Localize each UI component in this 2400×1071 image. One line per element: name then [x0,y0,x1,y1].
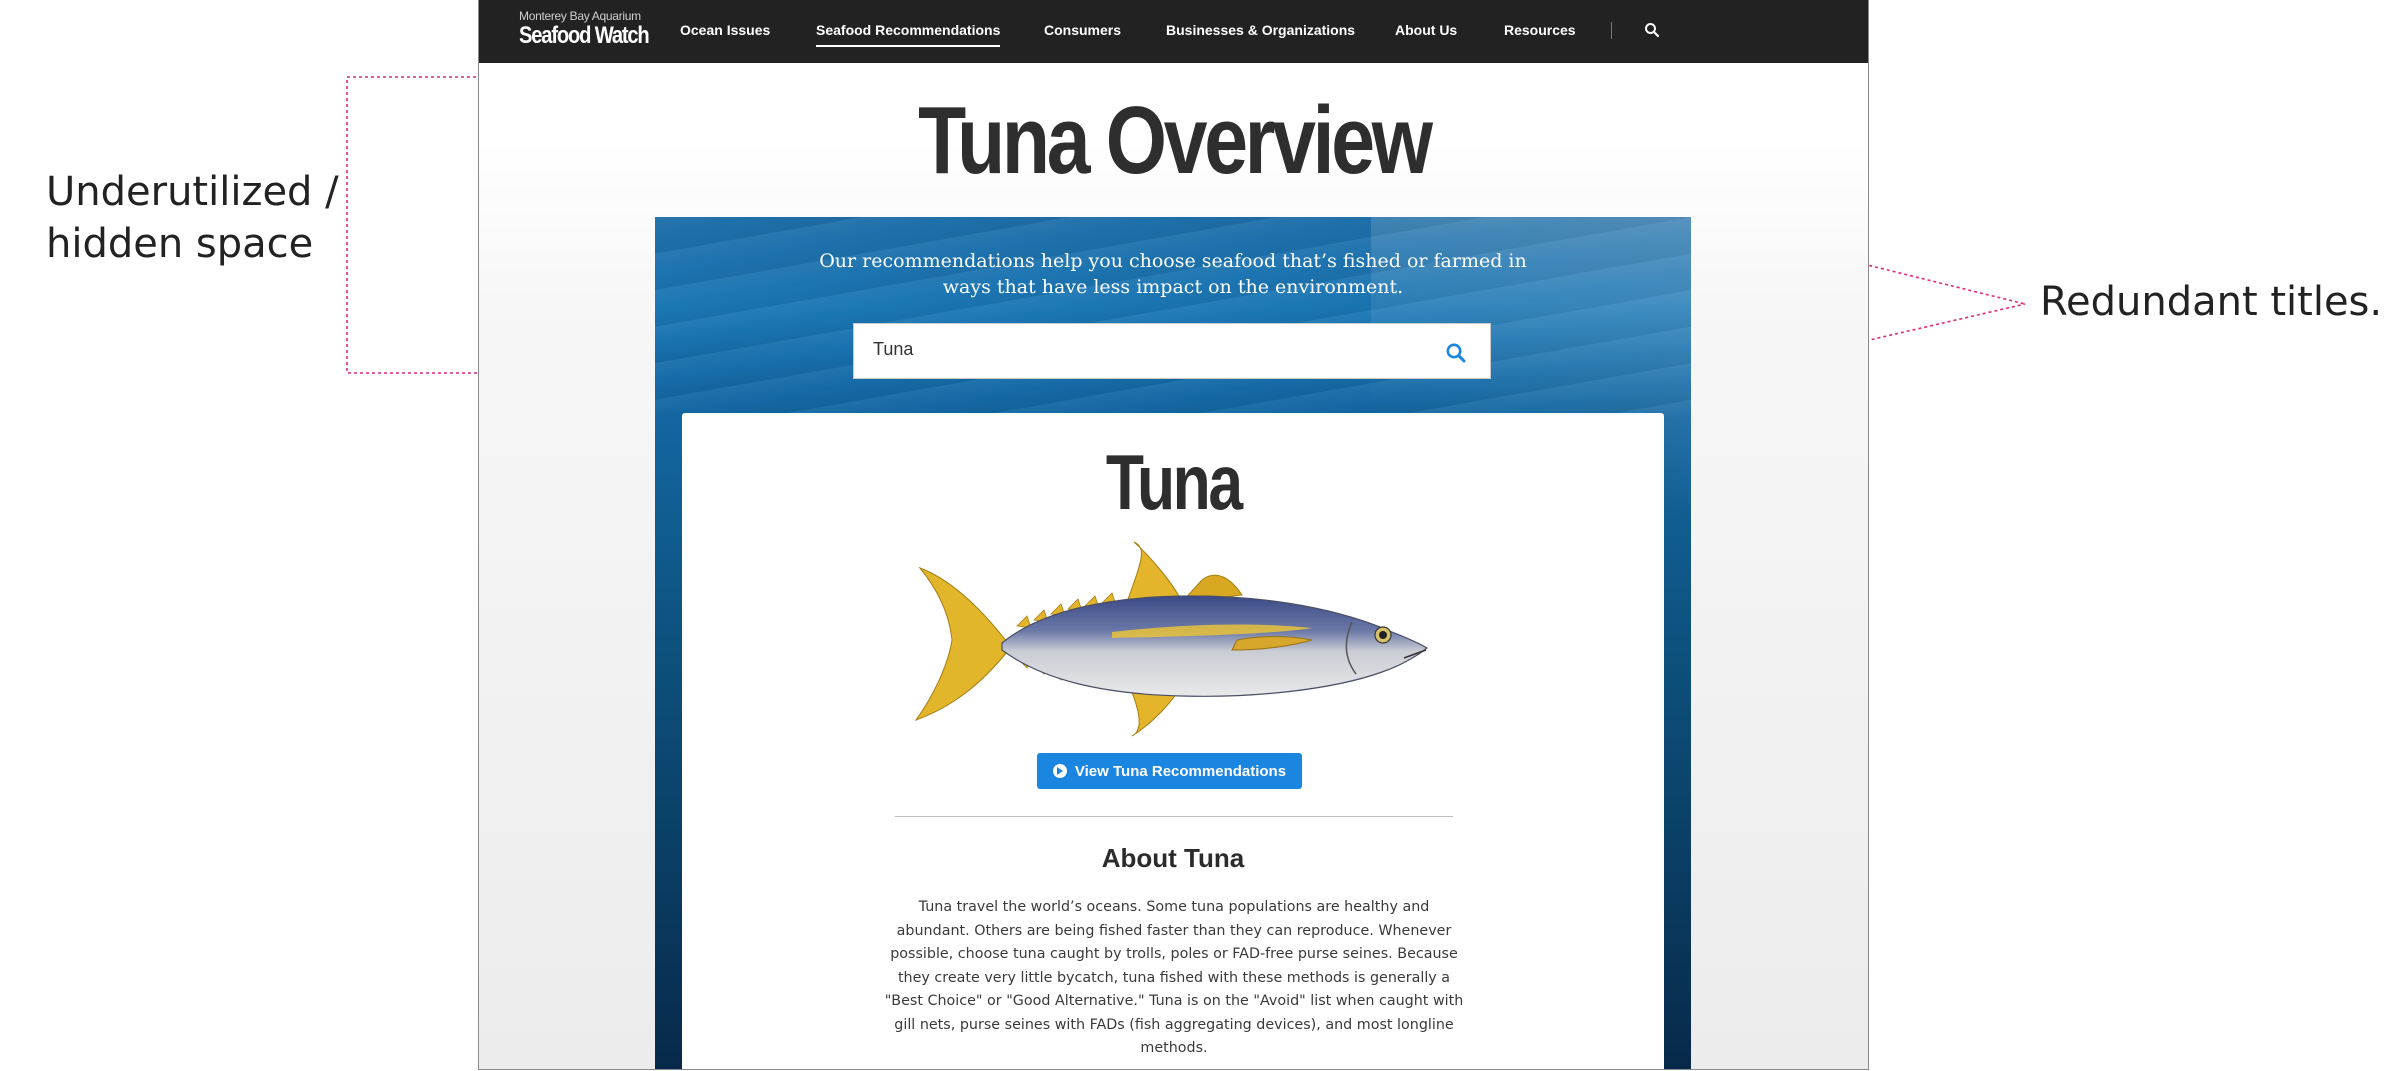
nav-item-about-us[interactable]: About Us [1395,22,1457,38]
nav-item-businesses-organizations[interactable]: Businesses & Organizations [1166,22,1355,38]
nav-divider [1611,22,1612,39]
hero-tagline: Our recommendations help you choose seaf… [819,250,1527,298]
view-button-label: View Tuna Recommendations [1074,762,1287,780]
nav-item-consumers[interactable]: Consumers [1044,22,1121,38]
logo-title: Seafood Watch [519,22,650,49]
ocean-hero-banner: Our recommendations help you choose seaf… [655,217,1691,1069]
species-card: Tuna View Tuna Recommendations About Tun… [682,413,1664,1069]
seafood-search-input[interactable]: Tuna [853,323,1491,379]
nav-item-resources[interactable]: Resources [1504,22,1576,38]
page-title-text: Tuna Overview [917,87,1433,194]
search-icon[interactable] [1644,22,1660,38]
page-frame: Monterey Bay Aquarium Seafood Watch Ocea… [478,0,1869,1070]
nav-item-seafood-recommendations[interactable]: Seafood Recommendations [816,22,1001,47]
arrow-right-icon [1052,764,1067,778]
search-icon[interactable] [1445,342,1467,364]
about-description: Tuna travel the world’s oceans. Some tun… [884,899,1464,1056]
search-input-value[interactable]: Tuna [873,339,913,360]
about-heading: About Tuna [1101,843,1245,873]
seafood-watch-logo[interactable]: Monterey Bay Aquarium Seafood Watch [519,9,673,49]
nav-item-ocean-issues[interactable]: Ocean Issues [680,22,770,38]
section-divider [895,816,1453,817]
logo-subtitle: Monterey Bay Aquarium [519,9,641,23]
annotation-underutilized-space: Underutilized / hidden space [46,169,339,267]
annotation-redundant-titles: Redundant titles. [2040,279,2383,325]
view-tuna-recommendations-button[interactable]: View Tuna Recommendations [1037,753,1302,789]
species-title-text: Tuna [1105,438,1243,526]
tuna-fish-illustration [914,541,1429,737]
species-title: Tuna [682,439,1664,525]
top-navigation-bar: Monterey Bay Aquarium Seafood Watch Ocea… [479,0,1868,63]
page-title: Tuna Overview [479,86,1868,196]
